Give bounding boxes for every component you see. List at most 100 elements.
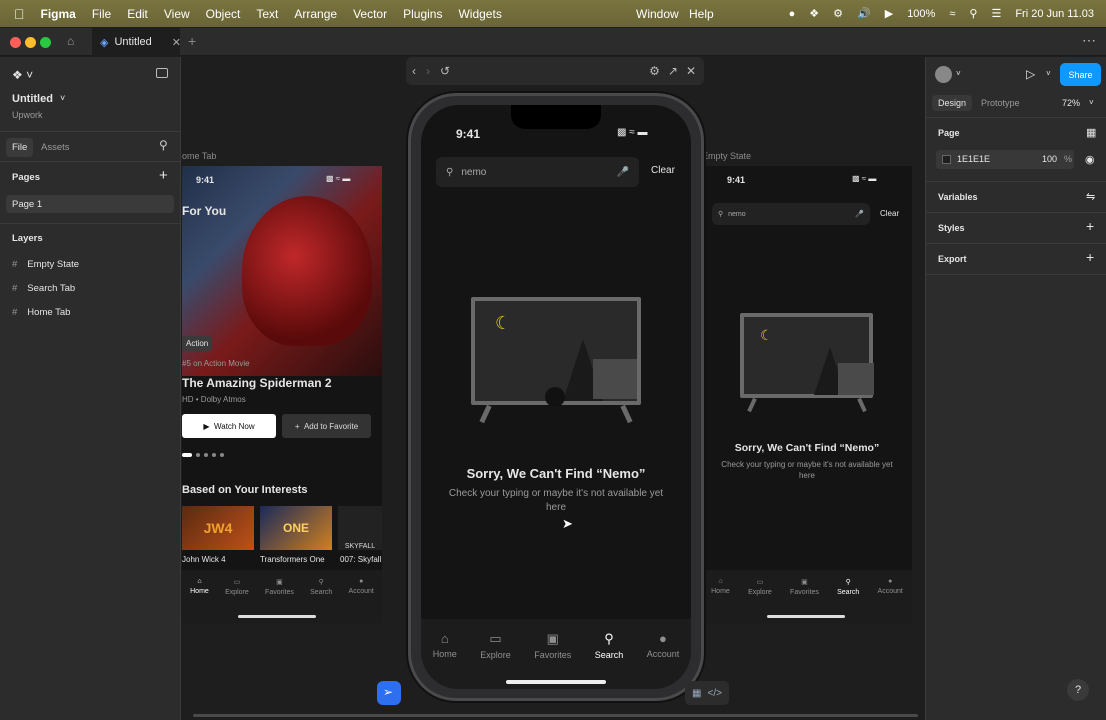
page-settings-icon[interactable]: ▦ (1086, 126, 1096, 139)
frame-label-empty[interactable]: Empty State (702, 151, 751, 161)
carousel-dots[interactable] (182, 453, 224, 457)
move-tool-button[interactable]: ➢ (377, 681, 401, 705)
horizontal-scrollbar[interactable] (193, 714, 918, 717)
layer-empty-state[interactable]: # Empty State (12, 259, 79, 270)
menu-view[interactable]: View (164, 7, 190, 21)
nav-home[interactable]: ⌂ Home (433, 631, 457, 689)
chevron-down-icon[interactable]: ˅ (1089, 98, 1094, 107)
fill-hex[interactable]: 1E1E1E (957, 154, 990, 164)
chevron-down-icon[interactable]: ˅ (1046, 69, 1051, 78)
control-center-icon[interactable]: ☰ (991, 7, 1001, 20)
nav-account[interactable]: ● Account (878, 578, 903, 623)
empty-state-frame[interactable]: 9:41 ▩ ≈ ▬ ⚲ nemo 🎤 Clear ☾ Sorry, We Can… (702, 166, 912, 623)
movie-meta: HD • Dolby Atmos (182, 395, 246, 404)
mic-icon[interactable]: 🎤 (855, 210, 864, 218)
main-menu-icon[interactable]: ❖ ˅ (12, 68, 33, 82)
menu-app[interactable]: Figma (41, 7, 76, 21)
chevron-down-icon[interactable]: ˅ (956, 69, 961, 78)
apple-icon[interactable]:  (14, 6, 25, 22)
play-icon[interactable]: ▶ (885, 7, 893, 20)
canvas[interactable]: ome Tab Empty State 9:41 ▩ ≈ ▬ For You A… (182, 57, 925, 720)
nav-account[interactable]: ● Account (349, 578, 374, 623)
dnd-icon[interactable]: ⚙ (833, 7, 843, 20)
color-swatch[interactable] (942, 155, 951, 164)
clear-button[interactable]: Clear (651, 165, 675, 176)
clear-button[interactable]: Clear (880, 209, 899, 218)
wifi-icon[interactable]: ≈ (949, 8, 955, 20)
tab-design[interactable]: Design (932, 95, 973, 111)
search-icon: ⚲ (318, 579, 324, 586)
home-tab-frame[interactable]: 9:41 ▩ ≈ ▬ For You Action #5 on Action M… (182, 166, 382, 623)
poster-john-wick[interactable]: JW4 (182, 506, 254, 550)
mic-icon[interactable]: 🎤 (617, 167, 629, 178)
tab-file[interactable]: File (6, 138, 34, 157)
maximize-window-icon[interactable] (40, 37, 51, 48)
add-to-favorite-button[interactable]: + Add to Favorite (282, 414, 371, 438)
page-fill-field[interactable]: 1E1E1E 100 % (936, 150, 1074, 169)
share-button[interactable]: Share (1060, 63, 1101, 86)
menu-arrange[interactable]: Arrange (294, 7, 337, 21)
add-page-icon[interactable]: + (159, 167, 168, 184)
nav-account[interactable]: ● Account (647, 631, 680, 689)
home-icon[interactable]: ⌂ (67, 34, 74, 48)
search-input[interactable]: ⚲ nemo 🎤 (712, 203, 870, 225)
search-icon[interactable]: ⚲ (969, 7, 977, 20)
status-icons: ▩ ≈ ▬ (617, 127, 648, 138)
tab-prototype[interactable]: Prototype (981, 98, 1020, 108)
figma-icon[interactable]: ❖ (809, 7, 819, 20)
back-icon[interactable]: ‹ (412, 64, 416, 78)
restart-icon[interactable]: ↺ (440, 64, 450, 78)
sidebar-toggle-icon[interactable] (156, 68, 168, 78)
layer-search-tab[interactable]: # Search Tab (12, 283, 75, 294)
design-mode-icon[interactable]: ▦ (692, 688, 701, 699)
add-style-icon[interactable]: + (1086, 218, 1094, 234)
menu-edit[interactable]: Edit (127, 7, 148, 21)
search-input[interactable]: ⚲ nemo 🎤 (436, 157, 639, 187)
dev-mode-toggle[interactable]: ▦ </> (685, 681, 729, 705)
eye-icon[interactable]: ◉ (1085, 153, 1095, 166)
settings-icon[interactable]: ⚙ (649, 64, 660, 78)
menu-file[interactable]: File (92, 7, 111, 21)
fill-opacity[interactable]: 100 (1042, 154, 1057, 164)
variables-icon[interactable]: ⇋ (1086, 190, 1095, 203)
styles-label: Styles (938, 223, 965, 233)
tab-assets[interactable]: Assets (41, 142, 70, 153)
volume-icon[interactable]: 🔊 (857, 7, 871, 20)
menu-window[interactable]: Window (636, 7, 679, 21)
help-icon[interactable]: ? (1067, 679, 1089, 701)
zoom-level[interactable]: 72% (1062, 98, 1080, 108)
menu-object[interactable]: Object (206, 7, 241, 21)
nav-label: Home (432, 649, 457, 659)
search-icon[interactable]: ⚲ (159, 138, 168, 152)
menu-vector[interactable]: Vector (353, 7, 387, 21)
close-icon[interactable]: ✕ (686, 64, 696, 78)
frame-label-home[interactable]: ome Tab (182, 151, 216, 161)
close-tab-icon[interactable]: ✕ (172, 36, 181, 49)
menu-plugins[interactable]: Plugins (403, 7, 442, 21)
nav-home[interactable]: ⌂ Home (190, 578, 209, 623)
menu-help[interactable]: Help (689, 7, 714, 21)
avatar[interactable] (935, 66, 952, 83)
more-icon[interactable]: ⋯ (1082, 32, 1096, 49)
record-icon[interactable]: ● (789, 8, 796, 20)
minimize-window-icon[interactable] (25, 37, 36, 48)
watch-now-button[interactable]: ▶ Watch Now (182, 414, 276, 438)
forward-icon[interactable]: › (426, 64, 430, 78)
code-icon[interactable]: </> (707, 688, 721, 699)
tab-untitled[interactable]: ◈ Untitled ✕ (92, 28, 181, 56)
poster-skyfall[interactable]: SKYFALL (338, 506, 382, 550)
close-window-icon[interactable] (10, 37, 21, 48)
page-row[interactable]: Page 1 (6, 195, 174, 213)
search-tab-screen[interactable]: 9:41 ▩ ≈ ▬ ⚲ nemo 🎤 Clear ☾ Sorry, We Can… (421, 105, 691, 689)
new-tab-icon[interactable]: + (188, 33, 196, 49)
open-external-icon[interactable]: ↗ (668, 64, 678, 78)
layer-home-tab[interactable]: # Home Tab (12, 307, 70, 318)
menu-widgets[interactable]: Widgets (458, 7, 501, 21)
nav-home[interactable]: ⌂ Home (711, 578, 730, 623)
poster-transformers[interactable]: ONE (260, 506, 332, 550)
menu-text[interactable]: Text (256, 7, 278, 21)
present-icon[interactable]: ▷ (1026, 67, 1035, 81)
chevron-down-icon[interactable]: ˅ (60, 93, 65, 103)
file-title[interactable]: Untitled (12, 93, 53, 105)
add-export-icon[interactable]: + (1086, 249, 1094, 265)
